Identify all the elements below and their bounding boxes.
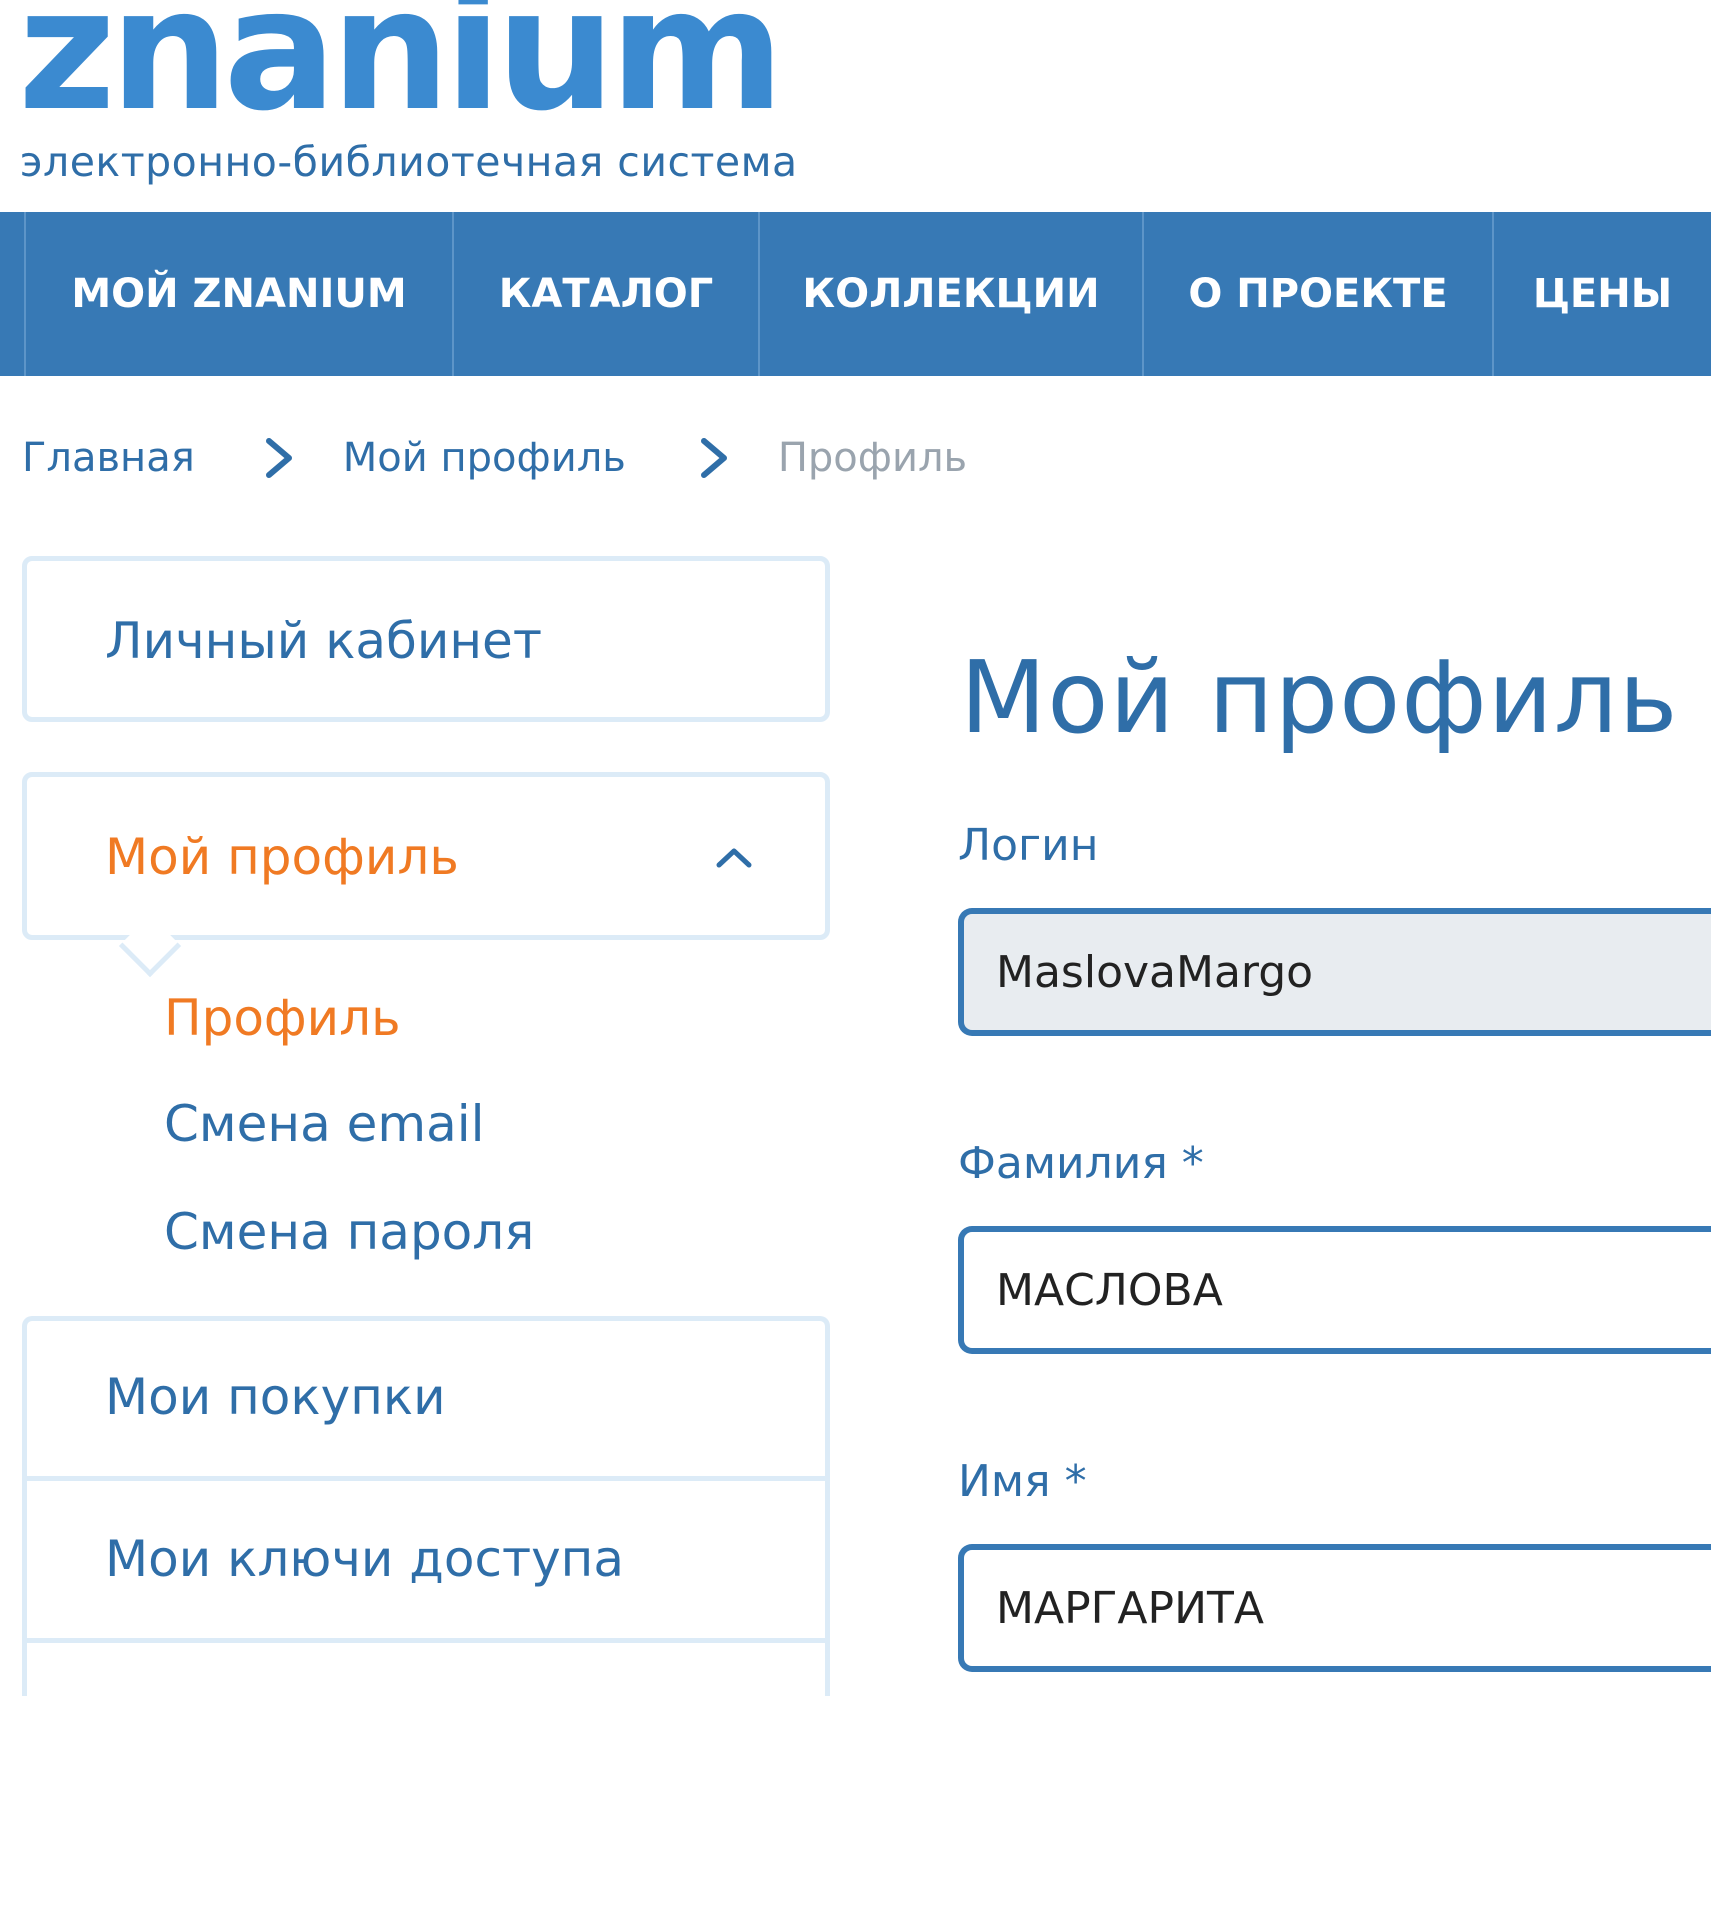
nav-item-catalog[interactable]: КАТАЛОГ [452, 212, 758, 376]
surname-field[interactable] [958, 1226, 1711, 1354]
breadcrumb-my-profile[interactable]: Мой профиль [343, 435, 626, 481]
submenu-item-change-password[interactable]: Смена пароля [164, 1202, 534, 1262]
chevron-right-icon [265, 438, 292, 478]
sidebar-item-cabinet[interactable]: Личный кабинет [22, 556, 830, 722]
main-navigation: МОЙ ZNANIUM КАТАЛОГ КОЛЛЕКЦИИ О ПРОЕКТЕ … [0, 212, 1711, 376]
sidebar-item-label: Личный кабинет [105, 612, 542, 670]
breadcrumb-current: Профиль [777, 435, 968, 481]
submenu-item-change-email[interactable]: Смена email [164, 1094, 485, 1154]
logo-wordmark: znanium [18, 0, 785, 148]
sidebar-item-purchases[interactable]: Мои покупки [27, 1321, 825, 1481]
nav-item-my-znanium[interactable]: МОЙ ZNANIUM [24, 212, 452, 376]
sidebar-list: Мои покупки Мои ключи доступа [22, 1316, 830, 1696]
name-label: Имя * [958, 1456, 1087, 1507]
nav-item-about[interactable]: О ПРОЕКТЕ [1142, 212, 1492, 376]
sidebar-item-label: Мои покупки [105, 1368, 446, 1426]
login-field[interactable] [958, 908, 1711, 1036]
sidebar-item-my-profile[interactable]: Мой профиль [22, 772, 830, 940]
sidebar-item-access-keys[interactable]: Мои ключи доступа [27, 1483, 825, 1643]
chevron-up-icon[interactable] [713, 837, 755, 879]
nav-item-collections[interactable]: КОЛЛЕКЦИИ [758, 212, 1142, 376]
login-label: Логин [958, 820, 1099, 871]
site-logo[interactable]: znanium электронно-библиотечная система [18, 0, 978, 196]
logo-subtitle: электронно-библиотечная система [20, 138, 798, 186]
page-title: Мой профиль [960, 639, 1679, 756]
submenu-item-profile[interactable]: Профиль [164, 988, 401, 1048]
breadcrumb: Главная Мой профиль Профиль [22, 428, 967, 488]
breadcrumb-home[interactable]: Главная [22, 435, 195, 481]
surname-label: Фамилия * [958, 1138, 1204, 1189]
name-field[interactable] [958, 1544, 1711, 1672]
nav-item-prices[interactable]: ЦЕНЫ [1492, 212, 1711, 376]
chevron-right-icon [700, 438, 727, 478]
sidebar-item-label: Мои ключи доступа [105, 1530, 624, 1588]
sidebar-item-label: Мой профиль [105, 828, 459, 886]
